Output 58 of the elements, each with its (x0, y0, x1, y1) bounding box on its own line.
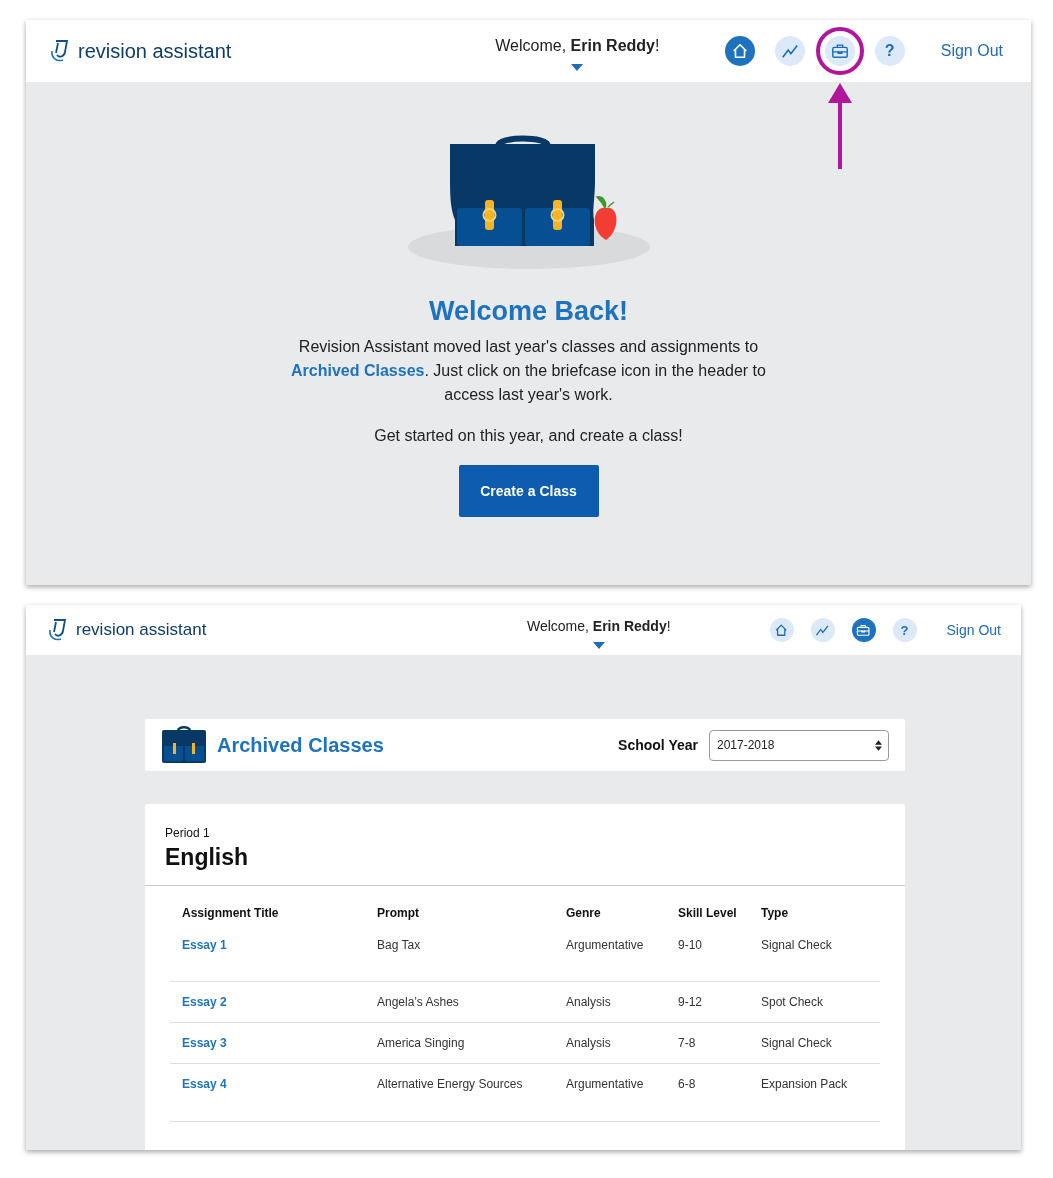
table-cell: Analysis (554, 981, 666, 1023)
home-button[interactable] (724, 36, 755, 66)
class-name: English (165, 844, 250, 871)
home-icon (774, 622, 789, 638)
page-title: Archived Classes (217, 733, 385, 757)
create-prompt: Get started on this year, and create a class! (374, 427, 683, 445)
assignment-link[interactable]: Essay 4 (182, 1077, 227, 1091)
sign-out-link[interactable]: Sign Out (946, 622, 1001, 638)
table-cell: Angela’s Ashes (365, 981, 554, 1023)
column-header: Assignment Title (181, 906, 280, 922)
assignment-link[interactable]: Essay 1 (182, 938, 227, 952)
assignment-link[interactable]: Essay 3 (182, 1036, 227, 1050)
column-header: Prompt (376, 906, 420, 922)
chart-icon (780, 42, 799, 60)
logo-text: revision assistant (76, 620, 207, 640)
caret-icon[interactable] (592, 641, 605, 649)
briefcase-icon (830, 42, 849, 60)
briefcase-icon (856, 622, 871, 638)
table-cell: Bag Tax (365, 938, 554, 982)
table-cell: Analysis (554, 1022, 666, 1064)
table-cell: 9-10 (666, 938, 749, 982)
sign-out-link[interactable]: Sign Out (940, 42, 1003, 60)
table-cell: Expansion Pack (749, 1063, 880, 1122)
column-header: Skill Level (677, 906, 738, 922)
table-cell: 9-12 (666, 981, 749, 1023)
assignment-link[interactable]: Essay 2 (182, 995, 227, 1009)
chart-button[interactable] (810, 618, 835, 642)
create-class-button[interactable]: Create a Class (458, 465, 599, 517)
caret-icon[interactable] (571, 64, 584, 71)
welcome-text: Welcome, Erin Reddy! (495, 37, 660, 55)
column-header: Genre (565, 906, 602, 922)
home-button[interactable] (769, 618, 794, 642)
welcome-title: Welcome Back! (428, 296, 629, 327)
briefcase-button[interactable] (851, 618, 876, 642)
help-button[interactable]: ? (892, 618, 917, 642)
welcome-message: Revision Assistant moved last year's classes and assignments to Archived Classes. Just click on the briefcase icon in the header to access last year's work. (290, 337, 767, 405)
table-cell: Signal Check (749, 1022, 880, 1064)
briefcase-button[interactable] (824, 36, 855, 66)
table-cell: 7-8 (666, 1022, 749, 1064)
table-cell: Argumentative (554, 938, 666, 982)
school-year-select[interactable]: 2017-2018 (709, 729, 889, 761)
table-cell: Signal Check (749, 938, 880, 982)
period-label: Period 1 (165, 826, 211, 840)
table-cell: Spot Check (749, 981, 880, 1023)
table-cell: Argumentative (554, 1063, 666, 1122)
column-header: Type (760, 906, 790, 922)
chart-button[interactable] (774, 36, 805, 66)
table-cell: America Singing (365, 1022, 554, 1064)
archived-classes-link[interactable]: Archived Classes (291, 362, 425, 379)
briefcase-icon (161, 726, 207, 764)
help-button[interactable]: ? (874, 36, 905, 66)
table-cell: 6-8 (666, 1063, 749, 1122)
school-year-label: School Year (618, 737, 698, 753)
welcome-text: Welcome, Erin Reddy! (526, 617, 671, 634)
table-cell: Alternative Energy Sources (365, 1063, 554, 1122)
home-icon (730, 42, 749, 60)
select-arrows-icon (875, 739, 882, 751)
logo-text: revision assistant (78, 39, 232, 63)
